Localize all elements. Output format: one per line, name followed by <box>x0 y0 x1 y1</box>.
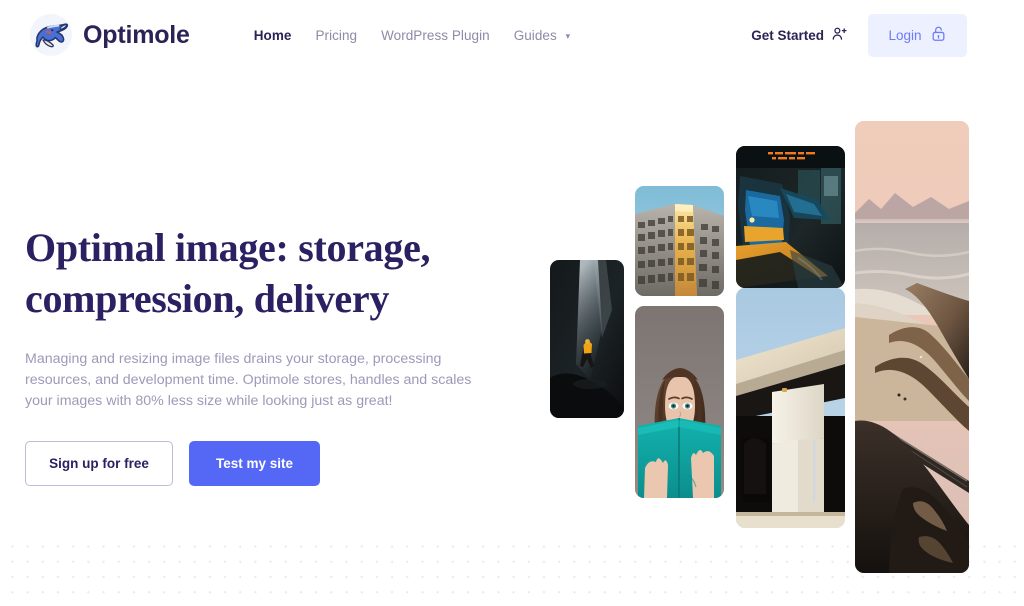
collage-image-train <box>736 146 845 288</box>
hero-subtitle: Managing and resizing image files drains… <box>25 351 472 409</box>
chevron-down-icon: ▾ <box>565 30 571 41</box>
page-title: Optimal image: storage, compression, del… <box>25 222 495 324</box>
nav-item-home-label: Home <box>253 27 292 43</box>
collage-image-architecture <box>736 288 845 528</box>
main-navigation: Home Pricing WordPress Plugin Guides ▾ <box>242 22 582 49</box>
page-title-line-2: compression, delivery <box>25 276 390 321</box>
collage-image-cave <box>550 260 624 418</box>
login-button[interactable]: Login <box>868 13 967 57</box>
brand-name: Optimole <box>83 20 190 49</box>
nav-item-pricing[interactable]: Pricing <box>303 22 369 49</box>
nav-item-guides-label: Guides <box>513 27 557 43</box>
get-started-label: Get Started <box>751 27 824 43</box>
nav-item-pricing-label: Pricing <box>315 27 358 43</box>
user-plus-icon <box>831 25 848 45</box>
nav-item-wordpress-plugin-label: WordPress Plugin <box>381 27 490 43</box>
hero-cta-group: Sign up for free Test my site <box>25 441 495 486</box>
collage-image-coast <box>855 121 969 573</box>
login-label: Login <box>888 27 922 43</box>
landing-page: Optimole Home Pricing WordPress Plugin G… <box>0 0 1024 606</box>
mole-mascot-logo-icon <box>27 11 75 59</box>
nav-item-home[interactable]: Home <box>242 22 304 49</box>
page-title-line-1: Optimal image: storage, <box>25 225 431 270</box>
get-started-button[interactable]: Get Started <box>749 19 850 51</box>
test-my-site-button[interactable]: Test my site <box>189 441 320 486</box>
collage-image-building <box>635 186 724 296</box>
collage-image-reader <box>635 306 724 498</box>
hero-content: Optimal image: storage, compression, del… <box>25 222 495 486</box>
nav-item-wordpress-plugin[interactable]: WordPress Plugin <box>369 22 502 49</box>
header-actions: Get Started Login <box>749 13 967 57</box>
sign-up-button[interactable]: Sign up for free <box>25 441 173 486</box>
site-header: Optimole Home Pricing WordPress Plugin G… <box>0 0 1024 70</box>
unlock-icon <box>930 25 947 45</box>
nav-item-guides[interactable]: Guides ▾ <box>502 22 582 49</box>
brand-logo-link[interactable]: Optimole <box>27 11 190 59</box>
